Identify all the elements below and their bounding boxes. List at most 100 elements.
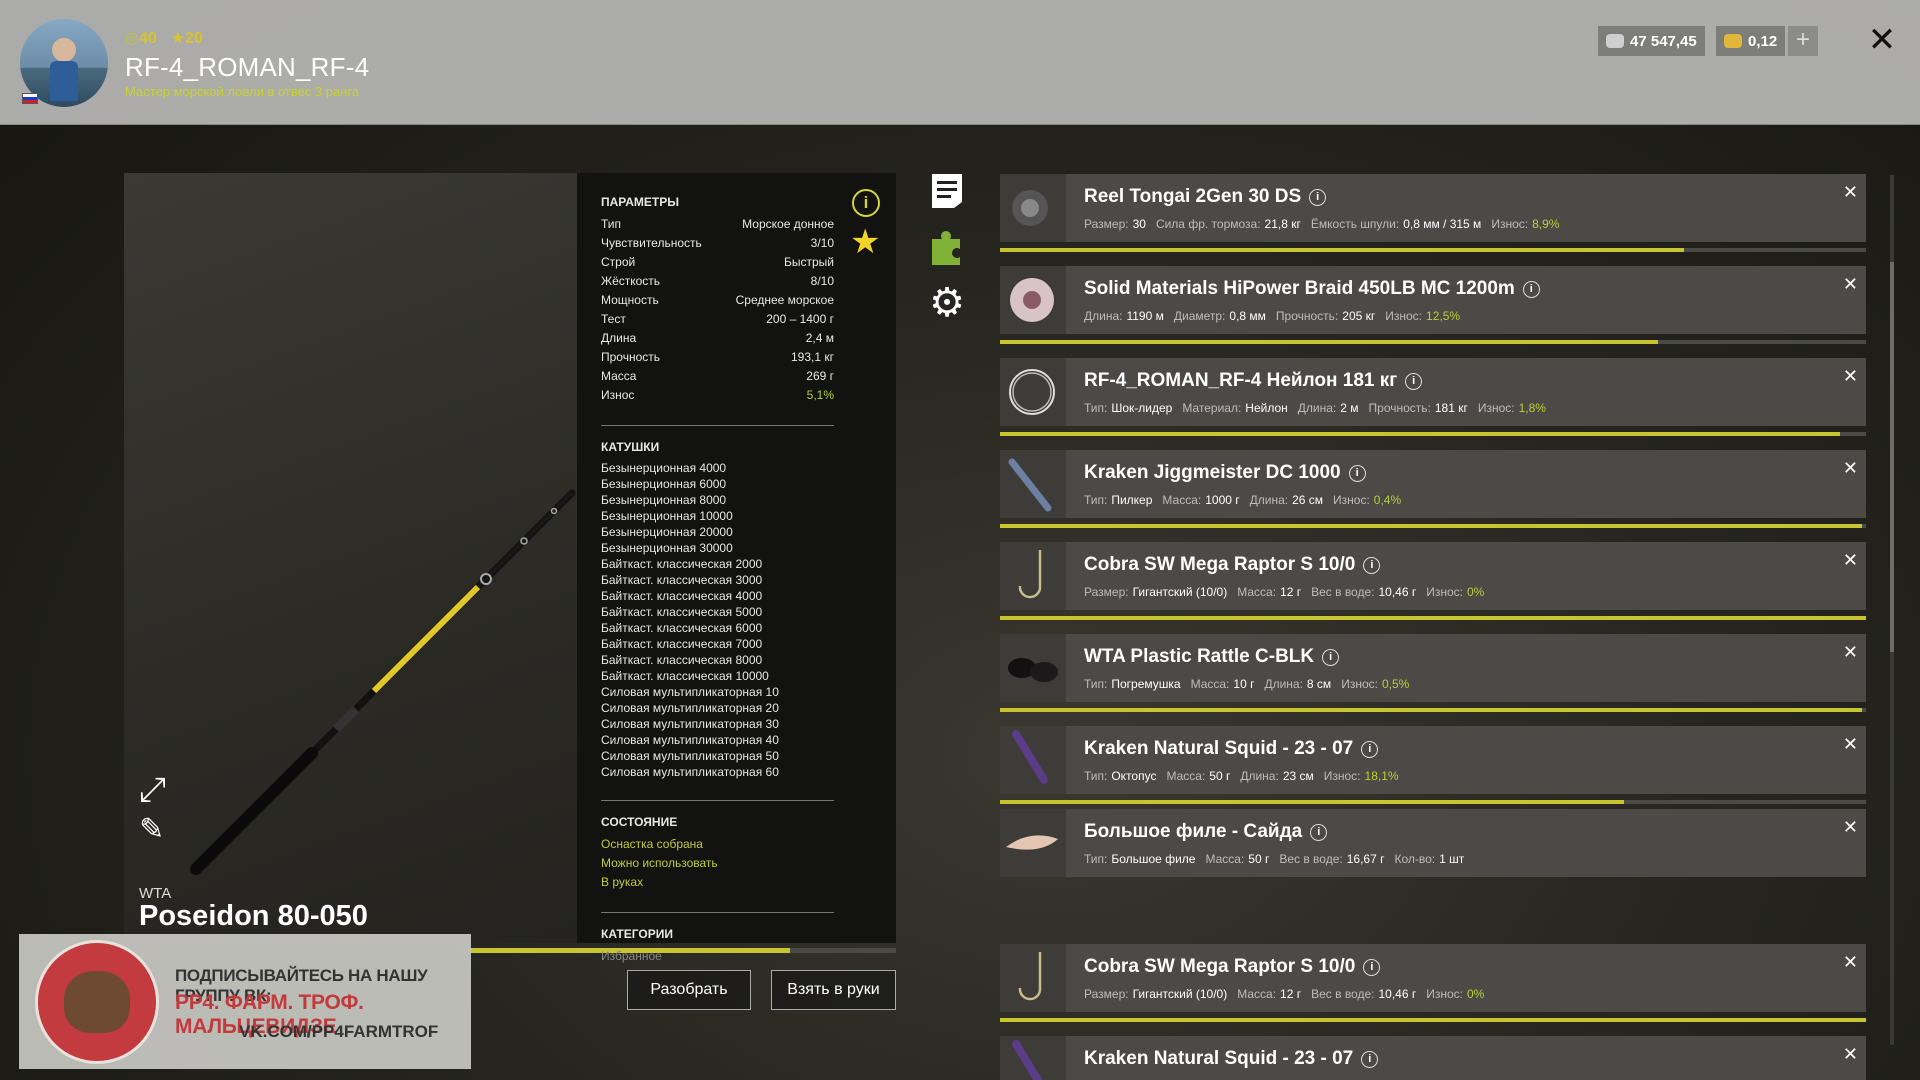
- info-icon[interactable]: i: [1361, 741, 1379, 758]
- tackle-item[interactable]: Большое филе - Сайда i Тип: Большое филе Мас…: [1000, 809, 1866, 877]
- tackle-item[interactable]: RF-4_ROMAN_RF-4 Нейлон 181 кг i Тип: Шок-ли…: [1000, 358, 1866, 426]
- player-rank: Мастер морской ловли в отвес 3 ранга: [125, 84, 360, 99]
- gold-coins-icon: [1724, 34, 1742, 48]
- level-1: 40: [138, 30, 157, 47]
- param-label: Чувствительность: [601, 236, 702, 250]
- notes-icon[interactable]: [928, 172, 966, 210]
- tackle-item[interactable]: Kraken Natural Squid - 23 - 07iТип:Октоп…: [1000, 1036, 1866, 1080]
- compatible-reel: Силовая мультипликаторная 10: [601, 685, 779, 699]
- param-value: 3/10: [810, 236, 834, 250]
- info-icon[interactable]: i: [1309, 189, 1327, 206]
- param-value: 2,4 м: [805, 331, 834, 345]
- favorite-star-icon[interactable]: ★: [850, 225, 880, 259]
- jig-icon: [1000, 450, 1066, 518]
- disassemble-button[interactable]: Разобрать: [627, 970, 751, 1010]
- gold-amount: 0,12: [1748, 32, 1778, 50]
- remove-icon[interactable]: ✕: [1843, 1044, 1858, 1065]
- stat-label: Тип:: [1084, 493, 1108, 507]
- edit-pencil-icon[interactable]: ✎: [139, 815, 164, 845]
- info-icon[interactable]: i: [1363, 557, 1381, 574]
- fillet-icon: [1000, 809, 1066, 877]
- stat-value: Большое филе: [1111, 852, 1196, 866]
- stat-value: 1190 м: [1126, 309, 1164, 323]
- tackle-stats: Размер: Гигантский (10/0) Масса: 12 г Вес в …: [1084, 987, 1494, 1001]
- tackle-item[interactable]: Reel Tongai 2Gen 30 DS i Размер: 30 Сила фр.…: [1000, 174, 1866, 242]
- tackle-title: Cobra SW Mega Raptor S 10/0 i: [1084, 554, 1381, 576]
- param-value: 193,1 кг: [791, 350, 834, 364]
- tackle-item[interactable]: Kraken Natural Squid - 23 - 07iТип:Октоп…: [1000, 726, 1866, 794]
- param-row: Мощность Среднее морское: [601, 291, 834, 310]
- stat-value: 0,5%: [1381, 677, 1410, 691]
- tackle-item[interactable]: Kraken Jiggmeister DC 1000 i Тип: Пилкер Мас…: [1000, 450, 1866, 518]
- close-button[interactable]: ✕: [1864, 22, 1900, 58]
- level-ring-icon: ◎: [125, 30, 139, 47]
- expand-icon[interactable]: ⤢: [139, 773, 166, 807]
- param-row: Масса 269 г: [601, 367, 834, 386]
- param-row: Прочность 193,1 кг: [601, 348, 834, 367]
- info-icon[interactable]: i: [1322, 649, 1340, 666]
- stat-label: Износ:: [1491, 217, 1529, 231]
- puzzle-icon[interactable]: [928, 228, 966, 266]
- wear-bar-fill: [1000, 340, 1659, 344]
- compatible-reel: Безынерционная 10000: [601, 509, 733, 523]
- stat-value: Нейлон: [1245, 401, 1288, 415]
- scrollbar-thumb[interactable]: [1890, 262, 1894, 652]
- take-in-hands-button[interactable]: Взять в руки: [771, 970, 896, 1010]
- stat-value: Погремушка: [1111, 677, 1181, 691]
- param-row: Жёсткость 8/10: [601, 272, 834, 291]
- wear-bar: [1000, 616, 1866, 620]
- stat-value: 0%: [1467, 585, 1485, 599]
- info-icon[interactable]: i: [1348, 465, 1366, 482]
- remove-icon[interactable]: ✕: [1843, 817, 1858, 838]
- params-title: ПАРАМЕТРЫ: [601, 195, 679, 209]
- param-row: Строй Быстрый: [601, 253, 834, 272]
- remove-icon[interactable]: ✕: [1843, 274, 1858, 295]
- params-panel: ПАРАМЕТРЫ Тип Морское донное Чувствительно…: [577, 173, 896, 963]
- info-icon[interactable]: i: [1310, 824, 1328, 841]
- categories-title: КАТЕГОРИИ: [601, 927, 673, 941]
- remove-icon[interactable]: ✕: [1843, 550, 1858, 571]
- remove-icon[interactable]: ✕: [1843, 366, 1858, 387]
- gear-icon[interactable]: ⚙: [928, 281, 966, 325]
- reels-title: КАТУШКИ: [601, 440, 660, 454]
- stat-label: Вес в воде:: [1311, 585, 1375, 599]
- level-2: 20: [185, 30, 203, 47]
- stat-label: Длина:: [1297, 401, 1337, 415]
- info-icon[interactable]: i: [852, 189, 880, 217]
- param-row: Тип Морское донное: [601, 215, 834, 234]
- stat-label: Износ:: [1341, 677, 1378, 691]
- category-item[interactable]: Избранное: [601, 947, 872, 966]
- remove-icon[interactable]: ✕: [1843, 642, 1858, 663]
- wear-bar-fill: [1000, 248, 1685, 252]
- param-row: Тест 200 – 1400 г: [601, 310, 834, 329]
- tackle-item[interactable]: Cobra SW Mega Raptor S 10/0 i Размер: Гиган…: [1000, 944, 1866, 1012]
- wear-bar-fill: [1000, 524, 1862, 528]
- remove-icon[interactable]: ✕: [1843, 952, 1858, 973]
- tackle-name: Cobra SW Mega Raptor S 10/0: [1084, 554, 1356, 575]
- player-header: ◎40 ★20 RF-4_ROMAN_RF-4 Мастер морской л…: [0, 0, 1920, 125]
- remove-icon[interactable]: ✕: [1843, 734, 1858, 755]
- info-icon[interactable]: i: [1522, 281, 1540, 298]
- tackle-stats: Размер: Гигантский (10/0) Масса: 12 г Вес в …: [1084, 585, 1494, 599]
- tackle-item[interactable]: Cobra SW Mega Raptor S 10/0 i Размер: Гиган…: [1000, 542, 1866, 610]
- tackle-item[interactable]: Solid Materials HiPower Braid 450LB MC 1…: [1000, 266, 1866, 334]
- info-icon[interactable]: i: [1363, 959, 1381, 976]
- info-icon[interactable]: i: [1361, 1051, 1379, 1068]
- player-name: RF-4_ROMAN_RF-4: [125, 52, 370, 82]
- tackle-item[interactable]: WTA Plastic Rattle C-BLK i Тип: Погремушка М…: [1000, 634, 1866, 702]
- compatible-reel: Байткаст. классическая 6000: [601, 621, 763, 635]
- stat-label: Масса:: [1237, 585, 1277, 599]
- stat-value: Гигантский (10/0): [1132, 585, 1228, 599]
- remove-icon[interactable]: ✕: [1843, 182, 1858, 203]
- info-icon[interactable]: i: [1405, 373, 1423, 390]
- compatible-reel: Байткаст. классическая 2000: [601, 557, 763, 571]
- stat-label: Тип:: [1084, 677, 1108, 691]
- rod-preview[interactable]: ⤢ ✎: [124, 173, 578, 943]
- compatible-reel: Байткаст. классическая 5000: [601, 605, 763, 619]
- compatible-reel: Безынерционная 20000: [601, 525, 733, 539]
- add-currency-button[interactable]: +: [1788, 26, 1818, 56]
- param-row: Износ 5,1%: [601, 386, 834, 405]
- param-value: Быстрый: [784, 255, 834, 269]
- silver-amount: 47 547,45: [1630, 32, 1697, 50]
- remove-icon[interactable]: ✕: [1843, 458, 1858, 479]
